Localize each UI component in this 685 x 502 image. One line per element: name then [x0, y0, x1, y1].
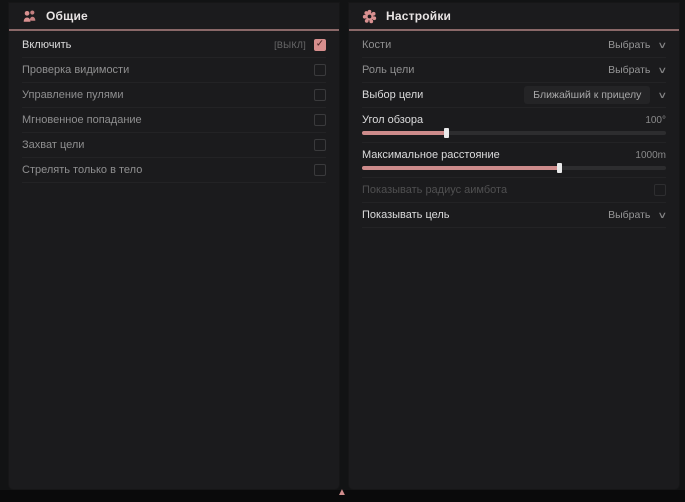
- target-select-dropdown-value: Ближайший к прицелу: [524, 86, 650, 104]
- fov-value: 100°: [645, 115, 666, 126]
- bones-dropdown-value: Выбрать: [608, 39, 650, 51]
- show-target-dropdown-value: Выбрать: [608, 209, 650, 221]
- fov-slider-fill: [362, 131, 447, 135]
- row-bones: Кости Выбрать ∨: [362, 33, 666, 58]
- fov-slider-thumb[interactable]: [444, 128, 449, 138]
- row-body-only: Стрелять только в тело: [22, 158, 326, 183]
- row-target-lock-label: Захват цели: [22, 139, 84, 151]
- row-fov-label: Угол обзора: [362, 114, 423, 126]
- row-target-role: Роль цели Выбрать ∨: [362, 58, 666, 83]
- chevron-down-icon: ∨: [658, 40, 668, 51]
- overlay-background: Общие Включить [ВЫКЛ] ✓ Проверка видимос…: [0, 0, 685, 502]
- scroll-up-indicator[interactable]: ▲: [330, 487, 354, 499]
- bones-dropdown[interactable]: Выбрать ∨: [608, 39, 666, 51]
- row-instant-hit-checkbox[interactable]: [314, 114, 326, 126]
- row-enable: Включить [ВЫКЛ] ✓: [22, 33, 326, 58]
- row-fov: Угол обзора 100°: [362, 108, 666, 143]
- row-bullet-control: Управление пулями: [22, 83, 326, 108]
- settings-panel-header: Настройки: [349, 3, 679, 29]
- row-bones-label: Кости: [362, 39, 391, 51]
- row-enable-hotkey: [ВЫКЛ]: [274, 40, 306, 50]
- check-icon: ✓: [316, 40, 324, 50]
- row-show-radius-checkbox[interactable]: [654, 184, 666, 196]
- row-bullet-control-checkbox[interactable]: [314, 89, 326, 101]
- gear-icon: [362, 9, 377, 24]
- row-enable-checkbox[interactable]: ✓: [314, 39, 326, 51]
- row-show-target-label: Показывать цель: [362, 209, 450, 221]
- row-body-only-label: Стрелять только в тело: [22, 164, 142, 176]
- row-show-radius: Показывать радиус аимбота: [362, 178, 666, 203]
- row-body-only-checkbox[interactable]: [314, 164, 326, 176]
- row-target-select-label: Выбор цели: [362, 89, 423, 101]
- max-distance-value: 1000m: [635, 150, 666, 161]
- chevron-down-icon: ∨: [658, 90, 668, 101]
- max-distance-slider[interactable]: [362, 166, 666, 170]
- row-visibility-check-checkbox[interactable]: [314, 64, 326, 76]
- show-target-dropdown[interactable]: Выбрать ∨: [608, 209, 666, 221]
- row-enable-label: Включить: [22, 39, 71, 51]
- general-panel: Общие Включить [ВЫКЛ] ✓ Проверка видимос…: [9, 3, 339, 489]
- row-target-lock: Захват цели: [22, 133, 326, 158]
- row-visibility-check: Проверка видимости: [22, 58, 326, 83]
- settings-panel-title: Настройки: [386, 9, 451, 23]
- row-bullet-control-label: Управление пулями: [22, 89, 124, 101]
- target-role-dropdown[interactable]: Выбрать ∨: [608, 64, 666, 76]
- settings-panel: Настройки Кости Выбрать ∨ Роль цели Выбр…: [349, 3, 679, 489]
- fov-slider[interactable]: [362, 131, 666, 135]
- row-visibility-check-label: Проверка видимости: [22, 64, 129, 76]
- group-icon: [22, 9, 37, 24]
- max-distance-slider-fill: [362, 166, 560, 170]
- row-show-radius-label: Показывать радиус аимбота: [362, 184, 507, 196]
- chevron-down-icon: ∨: [658, 210, 668, 221]
- target-role-dropdown-value: Выбрать: [608, 64, 650, 76]
- row-target-select: Выбор цели Ближайший к прицелу ∨: [362, 83, 666, 108]
- chevron-down-icon: ∨: [658, 65, 668, 76]
- row-max-distance-label: Максимальное расстояние: [362, 149, 500, 161]
- row-target-role-label: Роль цели: [362, 64, 414, 76]
- row-max-distance: Максимальное расстояние 1000m: [362, 143, 666, 178]
- max-distance-slider-thumb[interactable]: [557, 163, 562, 173]
- general-panel-header: Общие: [9, 3, 339, 29]
- target-select-dropdown[interactable]: Ближайший к прицелу ∨: [524, 86, 666, 104]
- general-panel-title: Общие: [46, 9, 88, 23]
- row-target-lock-checkbox[interactable]: [314, 139, 326, 151]
- row-instant-hit-label: Мгновенное попадание: [22, 114, 142, 126]
- row-instant-hit: Мгновенное попадание: [22, 108, 326, 133]
- row-show-target: Показывать цель Выбрать ∨: [362, 203, 666, 228]
